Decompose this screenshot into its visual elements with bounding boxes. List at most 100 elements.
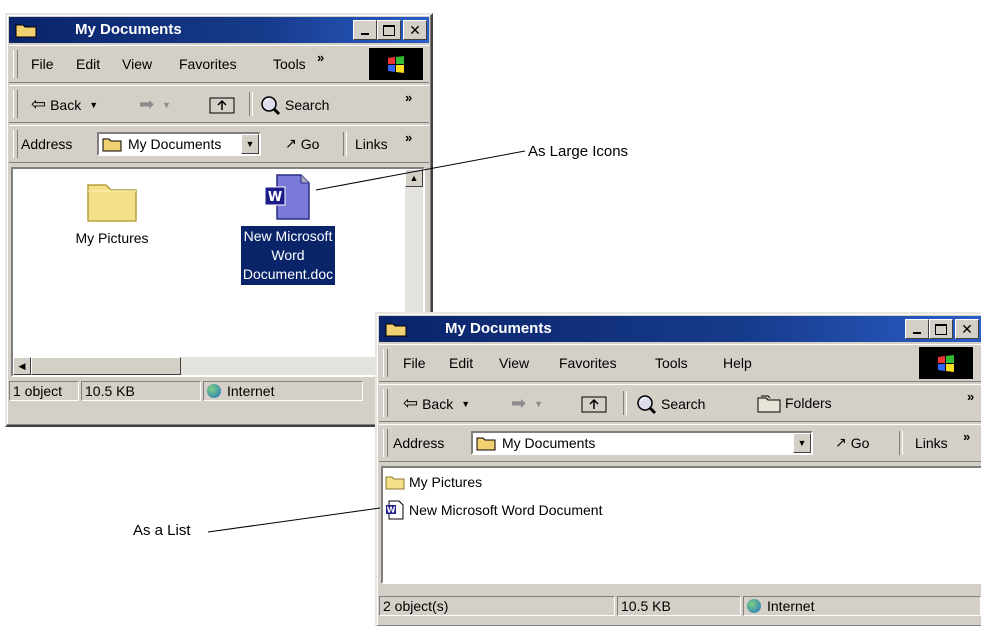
back-label: Back [422, 395, 454, 412]
menu-help[interactable]: Help [723, 355, 752, 371]
forward-dropdown-icon: ▼ [162, 99, 172, 110]
scroll-left-button[interactable]: ◀ [13, 357, 31, 375]
menu-view[interactable]: View [499, 355, 529, 371]
toolbar-grip[interactable] [383, 389, 388, 417]
links-separator [899, 431, 903, 455]
back-button[interactable]: ⇦ Back ▼ [31, 94, 98, 115]
up-button[interactable] [581, 393, 607, 413]
my-documents-window-list: My Documents ✕ File Edit View Favorites … [375, 312, 981, 626]
back-button[interactable]: ⇦ Back ▼ [403, 393, 470, 414]
callout-large-icons: As Large Icons [528, 143, 629, 160]
folders-icon [757, 395, 781, 413]
links-chevron-icon[interactable]: » [405, 130, 412, 145]
horizontal-scrollbar[interactable]: ◀ [13, 357, 409, 375]
standard-toolbar: ⇦ Back ▼ ➡ ▼ Search Folders » [379, 384, 981, 422]
folder-icon [87, 184, 137, 222]
links-button[interactable]: Links [355, 136, 388, 152]
menu-bar: File Edit View Favorites Tools Help [379, 344, 981, 382]
globe-icon [207, 384, 221, 398]
word-doc-icon: W [386, 500, 404, 520]
up-folder-icon [581, 396, 607, 413]
file-item-label: New Microsoft Word Document.doc [240, 226, 336, 285]
toolbar-more-chevron-icon[interactable]: » [967, 389, 974, 404]
menu-file[interactable]: File [403, 355, 426, 371]
zone-label: Internet [227, 383, 275, 399]
toolbar-separator [249, 92, 253, 116]
menu-more-chevron-icon[interactable]: » [317, 50, 324, 65]
scroll-thumb[interactable] [31, 357, 181, 375]
list-item[interactable]: W New Microsoft Word Document [385, 500, 602, 520]
list-item-label: New Microsoft Word Document [409, 502, 603, 518]
go-arrow-icon: ↗ [835, 434, 847, 450]
list-item[interactable]: My Pictures [385, 474, 482, 490]
address-input[interactable]: My Documents ▼ [471, 431, 813, 455]
links-button[interactable]: Links [915, 435, 948, 451]
title-bar[interactable]: My Documents ✕ [379, 316, 981, 342]
maximize-button[interactable] [377, 20, 401, 40]
windows-logo-icon [369, 48, 423, 80]
maximize-button[interactable] [929, 319, 953, 339]
close-button[interactable]: ✕ [955, 319, 979, 339]
minimize-button[interactable] [353, 20, 377, 40]
menu-grip[interactable] [383, 349, 388, 377]
toolbar-more-chevron-icon[interactable]: » [405, 90, 412, 105]
address-bar: Address My Documents ▼ ↗ Go Links » [9, 125, 429, 163]
menu-favorites[interactable]: Favorites [179, 56, 237, 72]
forward-button[interactable]: ➡ ▼ [139, 94, 171, 115]
forward-button[interactable]: ➡ ▼ [511, 393, 543, 414]
search-icon [261, 96, 281, 116]
my-documents-window-large-icons: My Documents ✕ File Edit View Favorites … [5, 13, 433, 427]
maximize-icon [383, 24, 395, 36]
menu-file[interactable]: File [31, 56, 54, 72]
menu-edit[interactable]: Edit [449, 355, 473, 371]
folders-button[interactable]: Folders [757, 393, 832, 413]
file-view-large-icons: My Pictures W New Microsoft Word Documen… [11, 167, 425, 377]
address-dropdown-button[interactable]: ▼ [241, 134, 259, 154]
close-icon: ✕ [409, 22, 421, 38]
address-grip[interactable] [383, 429, 388, 457]
go-button[interactable]: ↗ Go [835, 434, 869, 451]
file-item-selected[interactable]: W New Microsoft Word Document.doc [225, 173, 351, 285]
address-bar: Address My Documents ▼ ↗ Go Links » [379, 424, 981, 462]
menu-tools[interactable]: Tools [655, 355, 688, 371]
address-input[interactable]: My Documents ▼ [97, 132, 261, 156]
menu-grip[interactable] [13, 50, 18, 78]
file-item-label: My Pictures [75, 230, 149, 246]
chevron-down-icon: ▼ [245, 139, 255, 149]
minimize-button[interactable] [905, 319, 929, 339]
address-dropdown-button[interactable]: ▼ [793, 433, 811, 453]
title-bar[interactable]: My Documents ✕ [9, 17, 429, 43]
menu-edit[interactable]: Edit [76, 56, 100, 72]
menu-favorites[interactable]: Favorites [559, 355, 617, 371]
folder-icon [15, 24, 37, 38]
maximize-icon [935, 323, 947, 335]
scroll-up-button[interactable]: ▲ [405, 169, 423, 187]
back-dropdown-icon: ▼ [461, 398, 471, 409]
toolbar-grip[interactable] [13, 90, 18, 118]
go-button[interactable]: ↗ Go [285, 135, 319, 152]
links-chevron-icon[interactable]: » [963, 429, 970, 444]
address-grip[interactable] [13, 130, 18, 158]
search-label: Search [285, 97, 330, 113]
menu-view[interactable]: View [122, 56, 152, 72]
file-name-line: New Microsoft [243, 228, 333, 244]
close-button[interactable]: ✕ [403, 20, 427, 40]
chevron-down-icon: ▼ [797, 438, 807, 448]
file-item[interactable]: My Pictures [57, 177, 167, 246]
svg-text:W: W [268, 190, 282, 205]
search-button[interactable]: Search [635, 393, 705, 415]
folder-icon [385, 476, 405, 490]
file-name-line: Word [271, 247, 305, 263]
up-button[interactable] [209, 94, 235, 114]
back-arrow-icon: ⇦ [31, 94, 47, 114]
word-doc-icon: W [264, 174, 310, 220]
folders-label: Folders [785, 395, 832, 411]
up-folder-icon [209, 97, 235, 114]
status-bar: 2 object(s) 10.5 KB Internet [379, 594, 981, 618]
window-title: My Documents [445, 320, 552, 337]
callout-list: As a List [133, 522, 191, 539]
menu-tools[interactable]: Tools [273, 56, 306, 72]
chevron-up-icon: ▲ [409, 173, 419, 183]
status-object-count: 2 object(s) [379, 596, 615, 616]
search-button[interactable]: Search [259, 94, 329, 116]
